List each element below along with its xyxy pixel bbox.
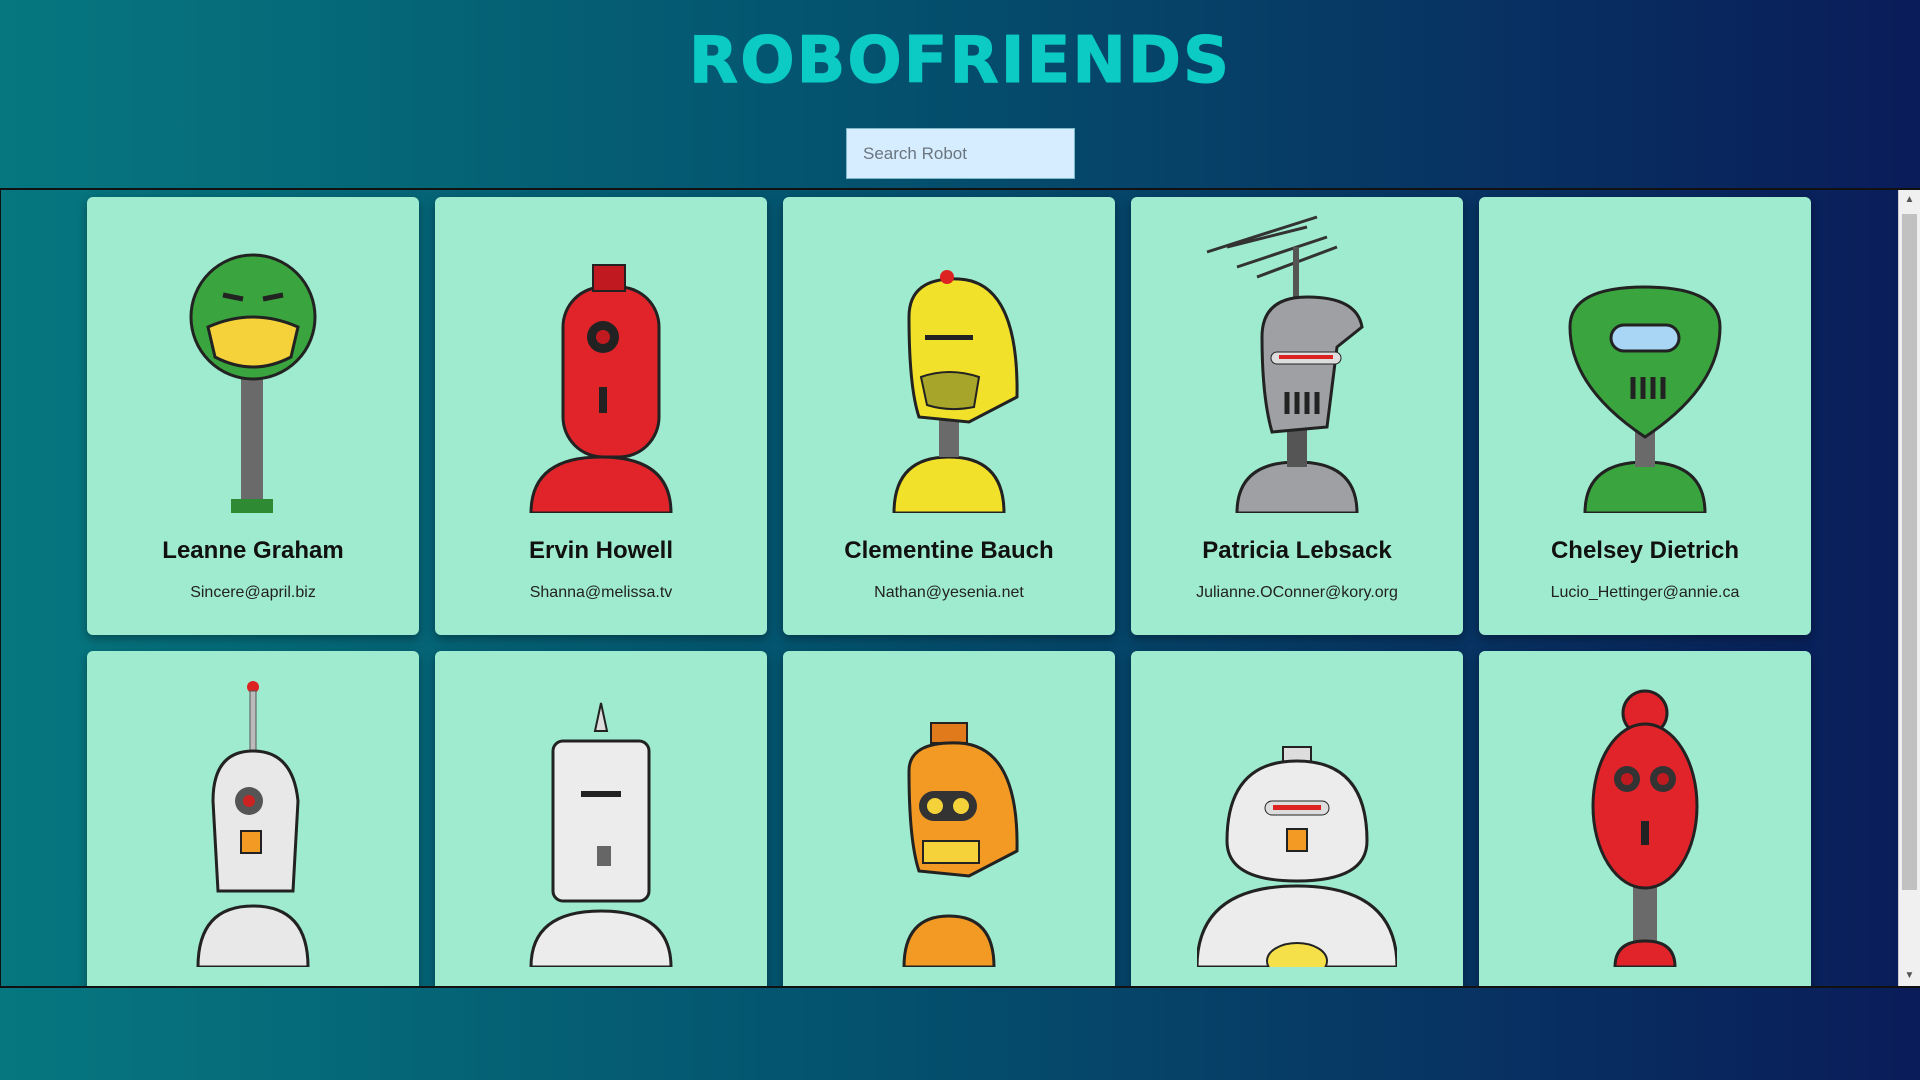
yellow-helmet-robot-icon xyxy=(892,270,1019,513)
green-visor-robot-icon xyxy=(1568,285,1722,513)
robot-email: Shanna@melissa.tv xyxy=(529,584,673,601)
robot-name: Leanne Graham xyxy=(162,537,344,564)
green-grin-robot-icon xyxy=(189,253,317,513)
robot-card[interactable] xyxy=(435,651,767,986)
scrollbar-thumb[interactable] xyxy=(1902,214,1917,890)
robot-card[interactable]: Ervin Howell Shanna@melissa.tv xyxy=(435,197,767,635)
white-cylinder-robot-icon xyxy=(529,702,673,967)
robot-name: Ervin Howell xyxy=(528,537,674,564)
robot-email: Sincere@april.biz xyxy=(190,584,316,601)
white-dome-robot-icon xyxy=(1197,661,1397,967)
vertical-scrollbar[interactable]: ▲ ▼ xyxy=(1898,190,1920,986)
robot-card[interactable]: Leanne Graham Sincere@april.biz xyxy=(87,197,419,635)
robot-list-scroll[interactable]: Leanne Graham Sincere@april.biz Ervin Ho… xyxy=(0,188,1920,988)
red-oval-robot-icon xyxy=(1591,689,1699,967)
robot-card[interactable] xyxy=(87,651,419,986)
red-cyclops-robot-icon xyxy=(529,264,673,513)
scroll-up-arrow-icon[interactable]: ▲ xyxy=(1899,190,1920,210)
white-antenna-robot-icon xyxy=(196,681,310,967)
robot-name: Patricia Lebsack xyxy=(1202,537,1392,564)
gray-antenna-robot-icon xyxy=(1206,215,1364,513)
robot-card[interactable]: Patricia Lebsack Julianne.OConner@kory.o… xyxy=(1131,197,1463,635)
robot-card[interactable]: Chelsey Dietrich Lucio_Hettinger@annie.c… xyxy=(1479,197,1811,635)
search-input[interactable] xyxy=(846,128,1075,179)
orange-robot-icon xyxy=(902,722,1019,967)
app-title: ROBOFRIENDS xyxy=(688,24,1232,99)
robot-card[interactable] xyxy=(783,651,1115,986)
scroll-down-arrow-icon[interactable]: ▼ xyxy=(1899,966,1920,986)
robot-email: Lucio_Hettinger@annie.ca xyxy=(1550,584,1740,601)
robot-card-grid: Leanne Graham Sincere@april.biz Ervin Ho… xyxy=(87,197,1817,986)
robot-card[interactable] xyxy=(1131,651,1463,986)
robot-email: Julianne.OConner@kory.org xyxy=(1196,584,1398,601)
robot-email: Nathan@yesenia.net xyxy=(874,584,1024,601)
robot-card[interactable] xyxy=(1479,651,1811,986)
robot-card[interactable]: Clementine Bauch Nathan@yesenia.net xyxy=(783,197,1115,635)
robot-name: Chelsey Dietrich xyxy=(1550,537,1740,564)
robot-name: Clementine Bauch xyxy=(844,537,1054,564)
